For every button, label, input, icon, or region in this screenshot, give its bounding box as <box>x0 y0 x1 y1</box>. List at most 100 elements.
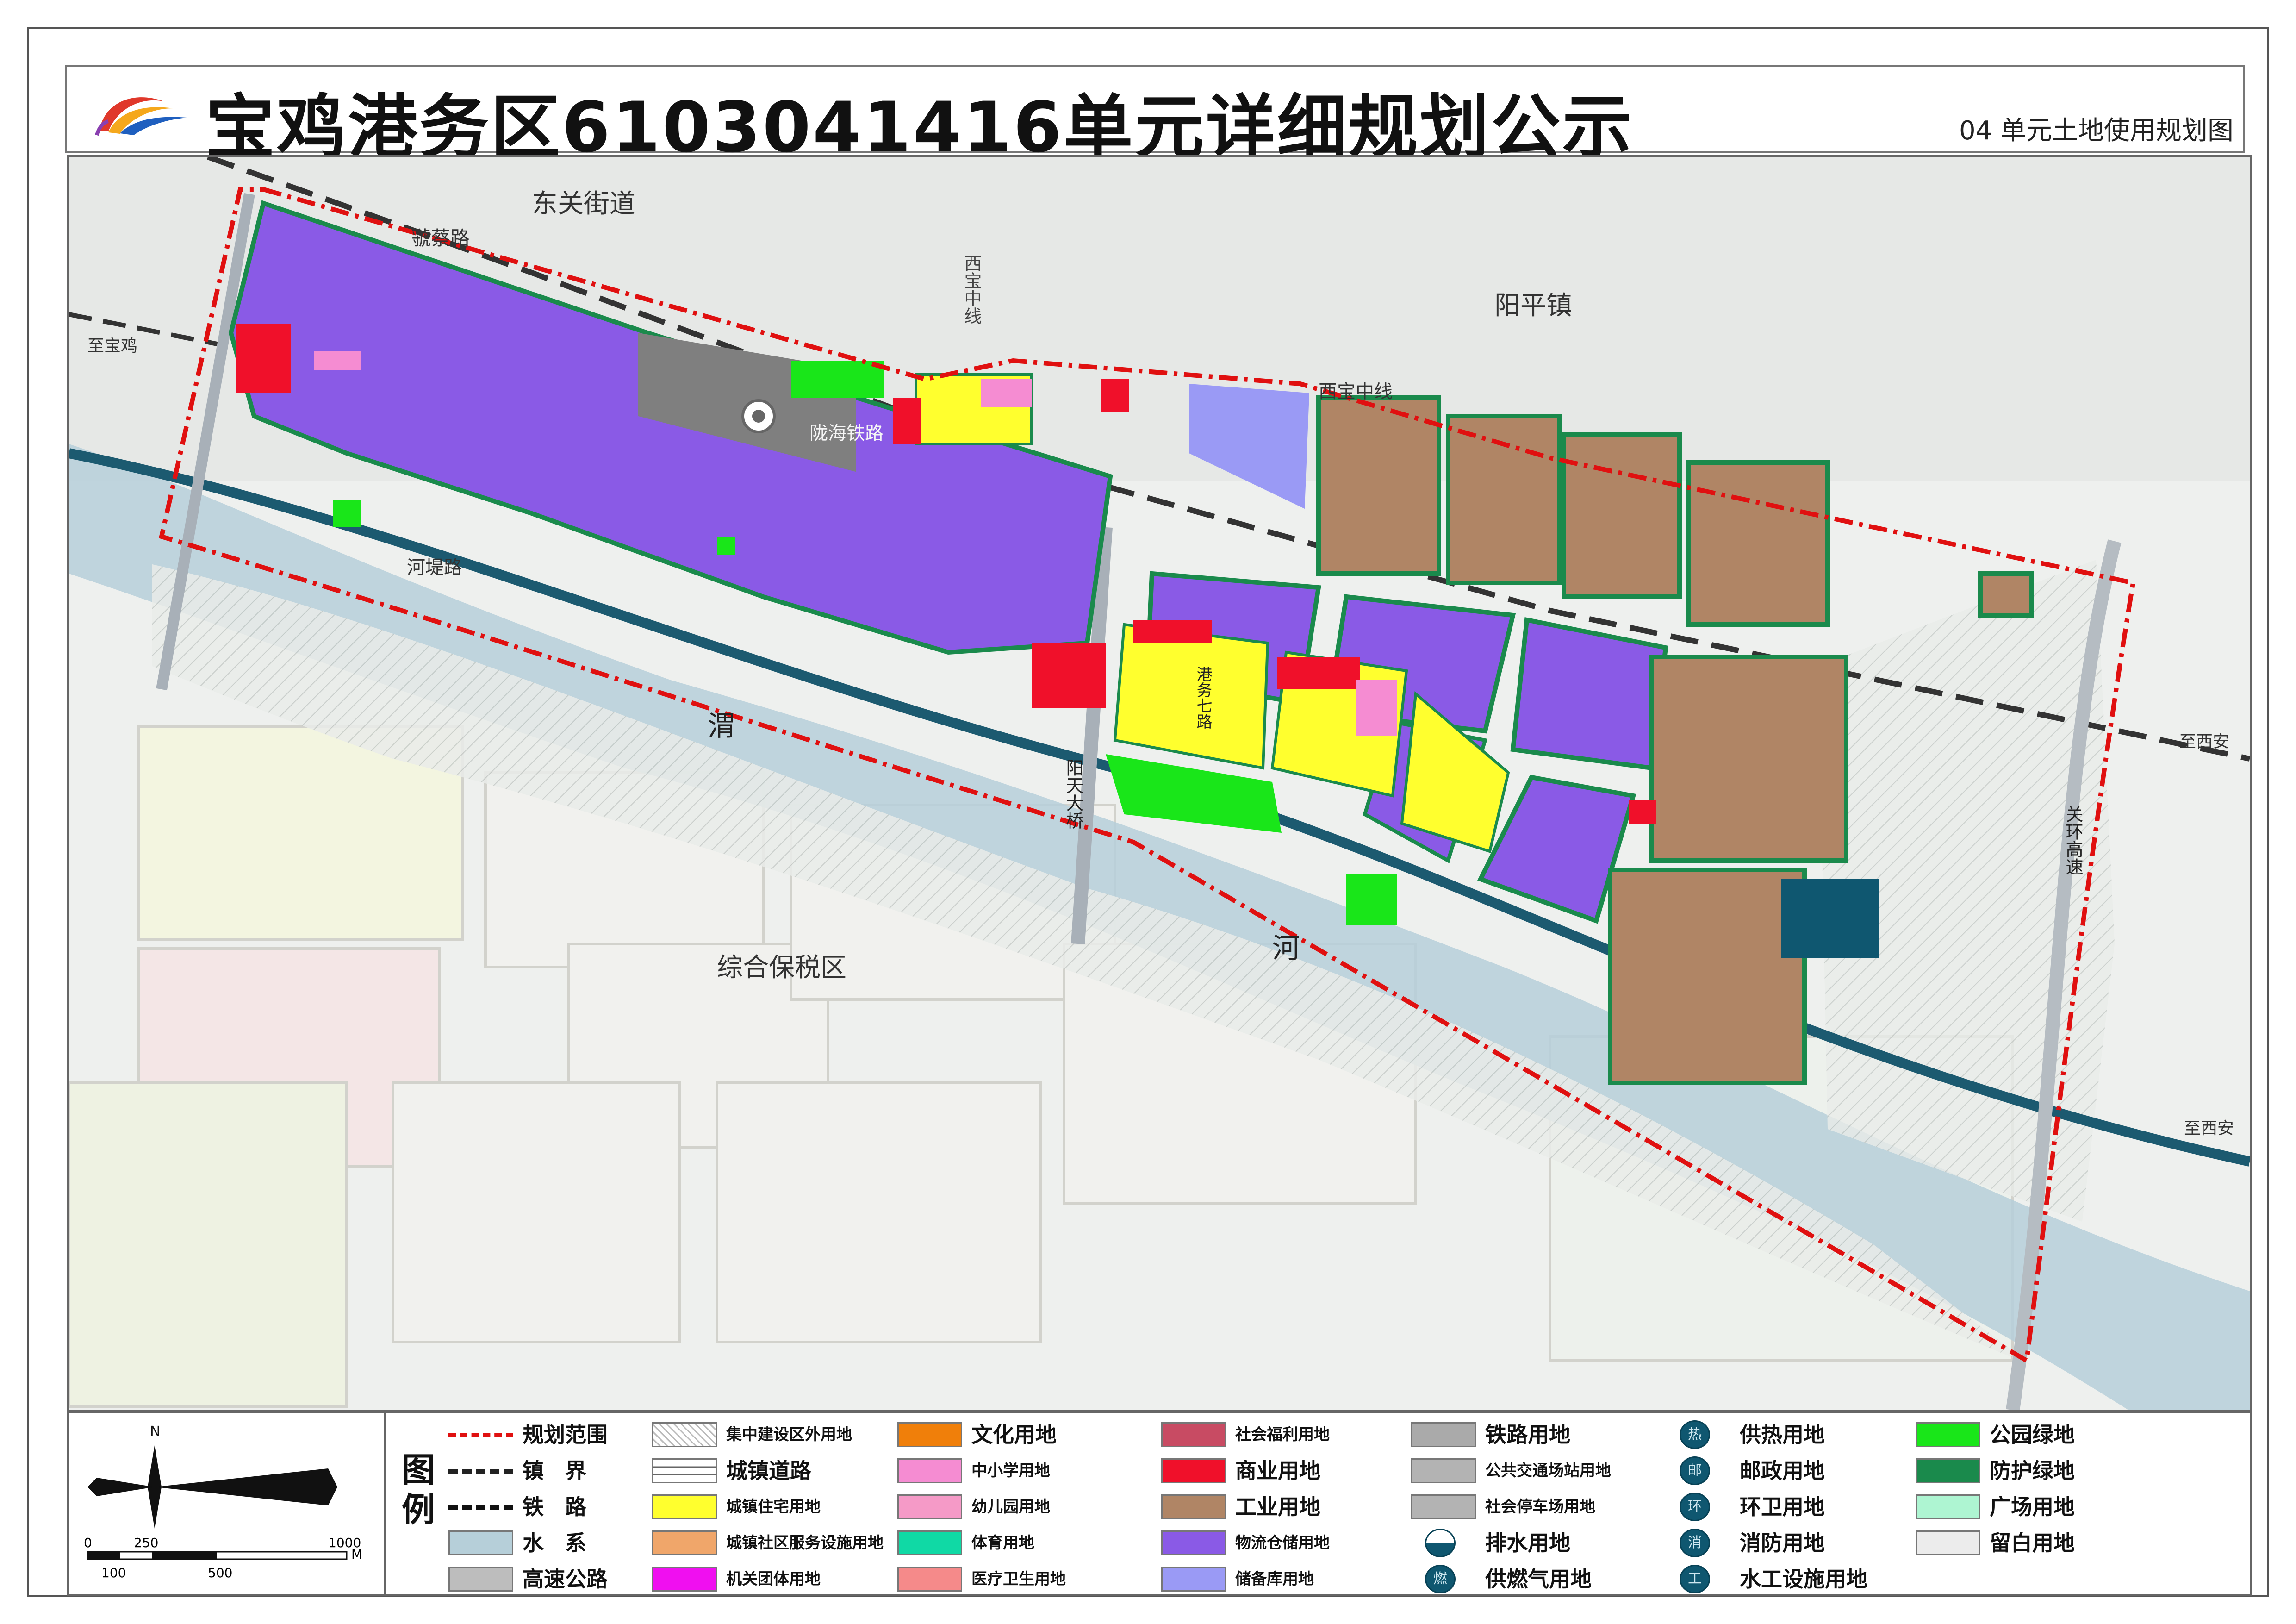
swatch-logistics <box>1161 1530 1226 1555</box>
scale-tick-250: 250 <box>134 1535 158 1550</box>
swatch-school <box>897 1458 962 1483</box>
swatch-parking <box>1411 1494 1476 1519</box>
legend-label-commercial: 商业用地 <box>1235 1458 1320 1483</box>
swatch-welfare <box>1161 1422 1226 1447</box>
north-arrow-icon: N 0 250 1000 M 100 500 <box>84 1424 362 1580</box>
legend-label-sports: 体育用地 <box>971 1534 1034 1552</box>
label-road-guocai: 虢蔡路 <box>411 227 470 250</box>
scale-unit: M <box>351 1547 362 1562</box>
map-sheet: 宝鸡港务区6103041416单元详细规划公示 04 单元土地使用规划图 东关街… <box>0 0 2296 1624</box>
label-road-zhixian-2: 至西安 <box>2184 1119 2234 1138</box>
label-road-guanhuan: 关环高速 <box>2063 805 2083 875</box>
legend-label-outside-land: 集中建设区外用地 <box>726 1425 852 1444</box>
hydraulic-icon: 工 <box>1680 1565 1710 1593</box>
legend-label-transit-station: 公共交通场站用地 <box>1485 1462 1611 1480</box>
title-bar: 宝鸡港务区6103041416单元详细规划公示 04 单元土地使用规划图 <box>65 65 2245 168</box>
legend-label-reserve: 储备库用地 <box>1235 1570 1314 1588</box>
legend-label-school: 中小学用地 <box>971 1462 1050 1480</box>
legend-label-fire: 消防用地 <box>1740 1530 1825 1555</box>
swatch-railway-land <box>1411 1422 1476 1447</box>
legend-label-plan-boundary: 规划范围 <box>523 1422 608 1447</box>
north-label: N <box>150 1424 160 1440</box>
swatch-residential <box>652 1494 717 1519</box>
legend-label-gas: 供燃气用地 <box>1485 1567 1592 1592</box>
label-road-zhixian-1: 至西安 <box>2179 732 2229 751</box>
swatch-plan-boundary <box>448 1433 513 1437</box>
legend-label-town-road: 城镇道路 <box>726 1458 811 1483</box>
map-subtitle: 04 单元土地使用规划图 <box>1959 116 2234 146</box>
railway-station-icon <box>741 399 776 433</box>
fire-icon: 消 <box>1680 1529 1710 1557</box>
swatch-transit-station <box>1411 1458 1476 1483</box>
legend-label-drainage: 排水用地 <box>1485 1530 1570 1555</box>
label-road-zhibaoji: 至宝鸡 <box>87 337 137 356</box>
legend-title: 图例 <box>401 1450 435 1529</box>
legend-label-expressway: 高速公路 <box>523 1567 608 1592</box>
swatch-protective-green <box>1916 1458 1980 1483</box>
label-road-gangwu: 港务七路 <box>1194 666 1212 729</box>
swatch-town-boundary <box>448 1469 513 1474</box>
legend-label-medical: 医疗卫生用地 <box>971 1570 1066 1588</box>
swatch-industrial <box>1161 1494 1226 1519</box>
label-river-he: 河 <box>1272 932 1300 965</box>
label-road-hedi: 河堤路 <box>407 557 462 578</box>
swatch-commercial <box>1161 1458 1226 1483</box>
swatch-expressway <box>448 1567 513 1592</box>
label-yangping: 阳平镇 <box>1494 291 1572 321</box>
label-zonghe: 综合保税区 <box>717 953 846 983</box>
scale-tick-100: 100 <box>101 1565 126 1580</box>
legend-label-reserved-blank: 留白用地 <box>1990 1530 2075 1555</box>
legend-label-parking: 社会停车场用地 <box>1485 1498 1595 1516</box>
sanitation-icon: 环 <box>1680 1493 1710 1521</box>
swatch-government <box>652 1567 717 1592</box>
swatch-railway <box>448 1505 513 1510</box>
label-road-xibao-v: 西宝中线 <box>961 254 982 325</box>
swatch-medical <box>897 1567 962 1592</box>
drainage-icon <box>1425 1529 1456 1557</box>
land-use-map: 东关街道 阳平镇 综合保税区 虢蔡路 西宝中线 河堤路 至宝鸡 至西安 至西安 … <box>67 155 2252 1412</box>
label-dongguan: 东关街道 <box>532 189 635 219</box>
legend-label-kindergarten: 幼儿园用地 <box>971 1498 1050 1516</box>
legend-label-industrial: 工业用地 <box>1235 1494 1320 1519</box>
legend-label-culture: 文化用地 <box>971 1422 1057 1447</box>
legend-label-town-boundary: 镇 界 <box>523 1458 586 1483</box>
label-river-wei: 渭 <box>708 710 735 743</box>
logistics-land-east <box>1510 617 1668 771</box>
legend-label-hydraulic: 水工设施用地 <box>1740 1567 1867 1592</box>
legend-label-community-service: 城镇社区服务设施用地 <box>726 1534 884 1552</box>
legend-label-welfare: 社会福利用地 <box>1235 1425 1330 1444</box>
swatch-plaza <box>1916 1494 1980 1519</box>
legend-label-postal: 邮政用地 <box>1740 1458 1825 1483</box>
legend-label-park: 公园绿地 <box>1990 1422 2075 1447</box>
label-road-xibao: 西宝中线 <box>1319 381 1393 402</box>
label-longhai: 陇海铁路 <box>809 423 884 444</box>
legend-label-protective-green: 防护绿地 <box>1990 1458 2075 1483</box>
scale-tick-500: 500 <box>208 1565 232 1580</box>
gas-utility-land <box>1781 879 1879 958</box>
swatch-community-service <box>652 1530 717 1555</box>
swatch-outside-land <box>652 1422 717 1447</box>
postal-icon: 邮 <box>1680 1456 1710 1485</box>
legend-label-residential: 城镇住宅用地 <box>726 1498 821 1516</box>
heating-icon: 热 <box>1680 1420 1710 1449</box>
swatch-sports <box>897 1530 962 1555</box>
legend-label-logistics: 物流仓储用地 <box>1235 1534 1330 1552</box>
swatch-park <box>1916 1422 1980 1447</box>
scale-tick-0: 0 <box>84 1535 92 1550</box>
legend-label-water: 水 系 <box>523 1530 586 1555</box>
logo-icon <box>95 97 187 136</box>
legend-label-heating: 供热用地 <box>1740 1422 1825 1447</box>
swatch-town-road <box>652 1458 717 1483</box>
gas-icon: 燃 <box>1425 1565 1456 1593</box>
swatch-water <box>448 1530 513 1555</box>
swatch-reserved-blank <box>1916 1530 1980 1555</box>
compass-scale: N 0 250 1000 M 100 500 <box>69 1413 386 1594</box>
swatch-reserve <box>1161 1567 1226 1592</box>
legend-label-plaza: 广场用地 <box>1990 1494 2075 1519</box>
swatch-kindergarten <box>897 1494 962 1519</box>
swatch-culture <box>897 1422 962 1447</box>
map-canvas: 东关街道 阳平镇 综合保税区 虢蔡路 西宝中线 河堤路 至宝鸡 至西安 至西安 … <box>69 157 2250 1410</box>
legend-label-government: 机关团体用地 <box>726 1570 821 1588</box>
legend-label-railway-land: 铁路用地 <box>1485 1422 1570 1447</box>
label-road-yangtian: 阳天大桥 <box>1063 759 1083 829</box>
